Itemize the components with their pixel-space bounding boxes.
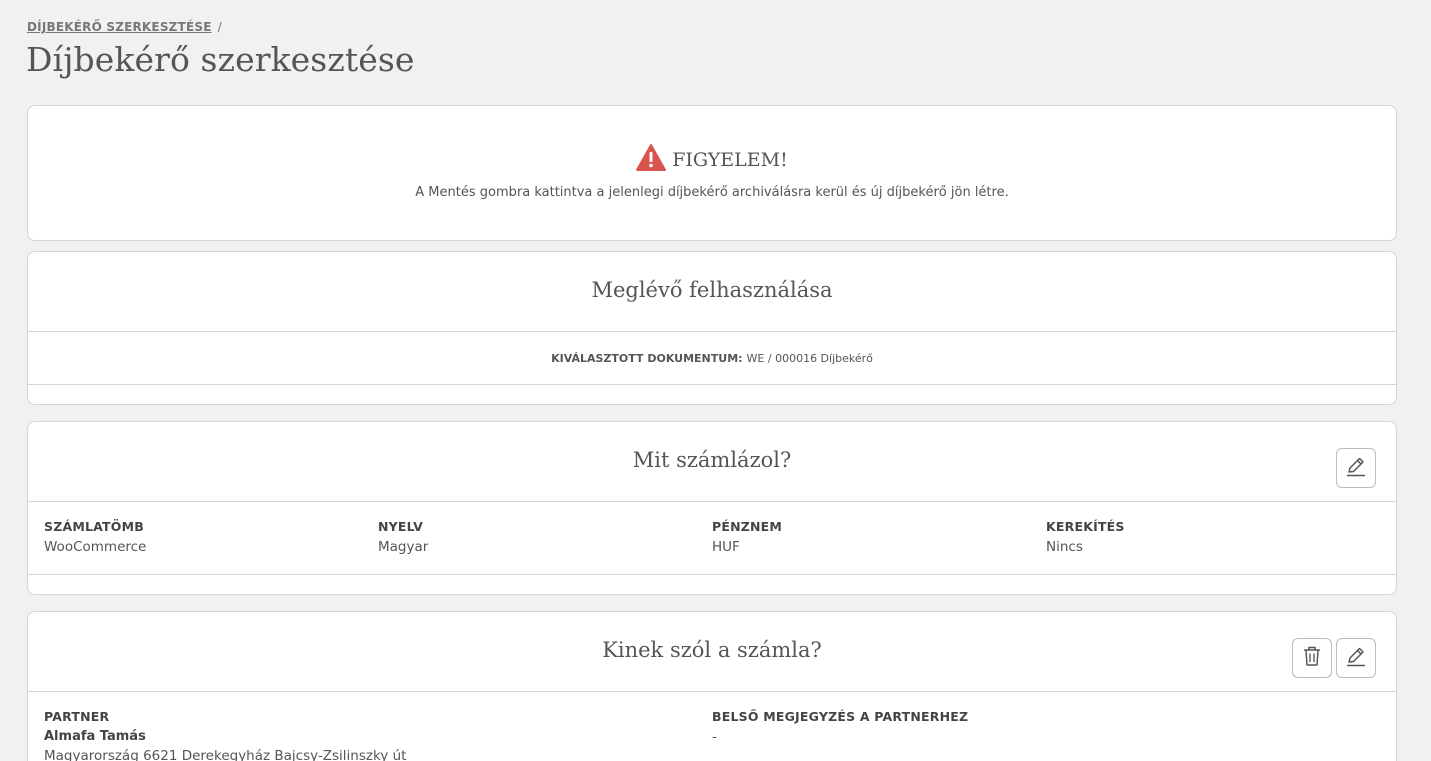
- warning-title: FIGYELEM!: [672, 148, 788, 171]
- breadcrumb-link[interactable]: DÍJBEKÉRŐ SZERKESZTÉSE: [27, 20, 212, 34]
- invoice-details-card: Mit számlázol? SZÁMLATÖMB WooCommerce NY…: [27, 421, 1397, 595]
- page-title: Díjbekérő szerkesztése: [26, 40, 415, 79]
- edit-invoice-details-button[interactable]: [1336, 448, 1376, 488]
- invoice-details-title: Mit számlázol?: [632, 448, 792, 472]
- field-label: NYELV: [378, 519, 423, 534]
- field-value: WooCommerce: [44, 539, 147, 555]
- recipient-card: Kinek szól a számla? PARTNER Almafa Tamá…: [27, 611, 1397, 761]
- partner-column: PARTNER Almafa Tamás Magyarország 6621 D…: [44, 709, 712, 761]
- warning-triangle-icon: [636, 144, 667, 175]
- partner-label: PARTNER: [44, 709, 110, 724]
- recipient-card-title: Kinek szól a számla?: [602, 638, 822, 662]
- invoice-details-header: Mit számlázol?: [28, 422, 1396, 502]
- recipient-grid: PARTNER Almafa Tamás Magyarország 6621 D…: [28, 692, 1396, 761]
- warning-card: FIGYELEM! A Mentés gombra kattintva a je…: [27, 105, 1397, 241]
- existing-card-title: Meglévő felhasználása: [591, 278, 833, 302]
- pencil-icon: [1345, 645, 1367, 671]
- field-label: SZÁMLATÖMB: [44, 519, 144, 534]
- breadcrumb-separator: /: [217, 20, 222, 34]
- partner-note-column: BELSŐ MEGJEGYZÉS A PARTNERHEZ -: [712, 709, 1380, 761]
- recipient-card-header: Kinek szól a számla?: [28, 612, 1396, 692]
- partner-name: Almafa Tamás: [44, 729, 146, 744]
- field-value: Nincs: [1046, 539, 1083, 555]
- field-label: PÉNZNEM: [712, 519, 783, 534]
- selected-document-row: KIVÁLASZTOTT DOKUMENTUM: WE / 000016 Díj…: [28, 332, 1396, 385]
- field-label: KEREKÍTÉS: [1046, 519, 1125, 534]
- existing-card-header: Meglévő felhasználása: [28, 252, 1396, 332]
- partner-note-value: -: [712, 729, 717, 745]
- field-invoice-block: SZÁMLATÖMB WooCommerce: [44, 519, 378, 574]
- selected-document-value: WE / 000016 Díjbekérő: [746, 351, 873, 365]
- field-rounding: KEREKÍTÉS Nincs: [1046, 519, 1380, 574]
- edit-partner-button[interactable]: [1336, 638, 1376, 678]
- warning-text: A Mentés gombra kattintva a jelenlegi dí…: [415, 185, 1009, 200]
- trash-icon: [1301, 645, 1323, 671]
- breadcrumb: DÍJBEKÉRŐ SZERKESZTÉSE /: [27, 20, 222, 34]
- field-value: Magyar: [378, 539, 429, 555]
- partner-address: Magyarország 6621 Derekegyház Bajcsy-Zsi…: [44, 748, 407, 761]
- field-language: NYELV Magyar: [378, 519, 712, 574]
- partner-note-label: BELSŐ MEGJEGYZÉS A PARTNERHEZ: [712, 709, 969, 724]
- field-currency: PÉNZNEM HUF: [712, 519, 1046, 574]
- existing-document-card: Meglévő felhasználása KIVÁLASZTOTT DOKUM…: [27, 251, 1397, 405]
- field-value: HUF: [712, 539, 740, 555]
- selected-document-label: KIVÁLASZTOTT DOKUMENTUM:: [551, 351, 743, 365]
- delete-partner-button[interactable]: [1292, 638, 1332, 678]
- pencil-icon: [1345, 455, 1367, 481]
- invoice-details-grid: SZÁMLATÖMB WooCommerce NYELV Magyar PÉNZ…: [28, 502, 1396, 575]
